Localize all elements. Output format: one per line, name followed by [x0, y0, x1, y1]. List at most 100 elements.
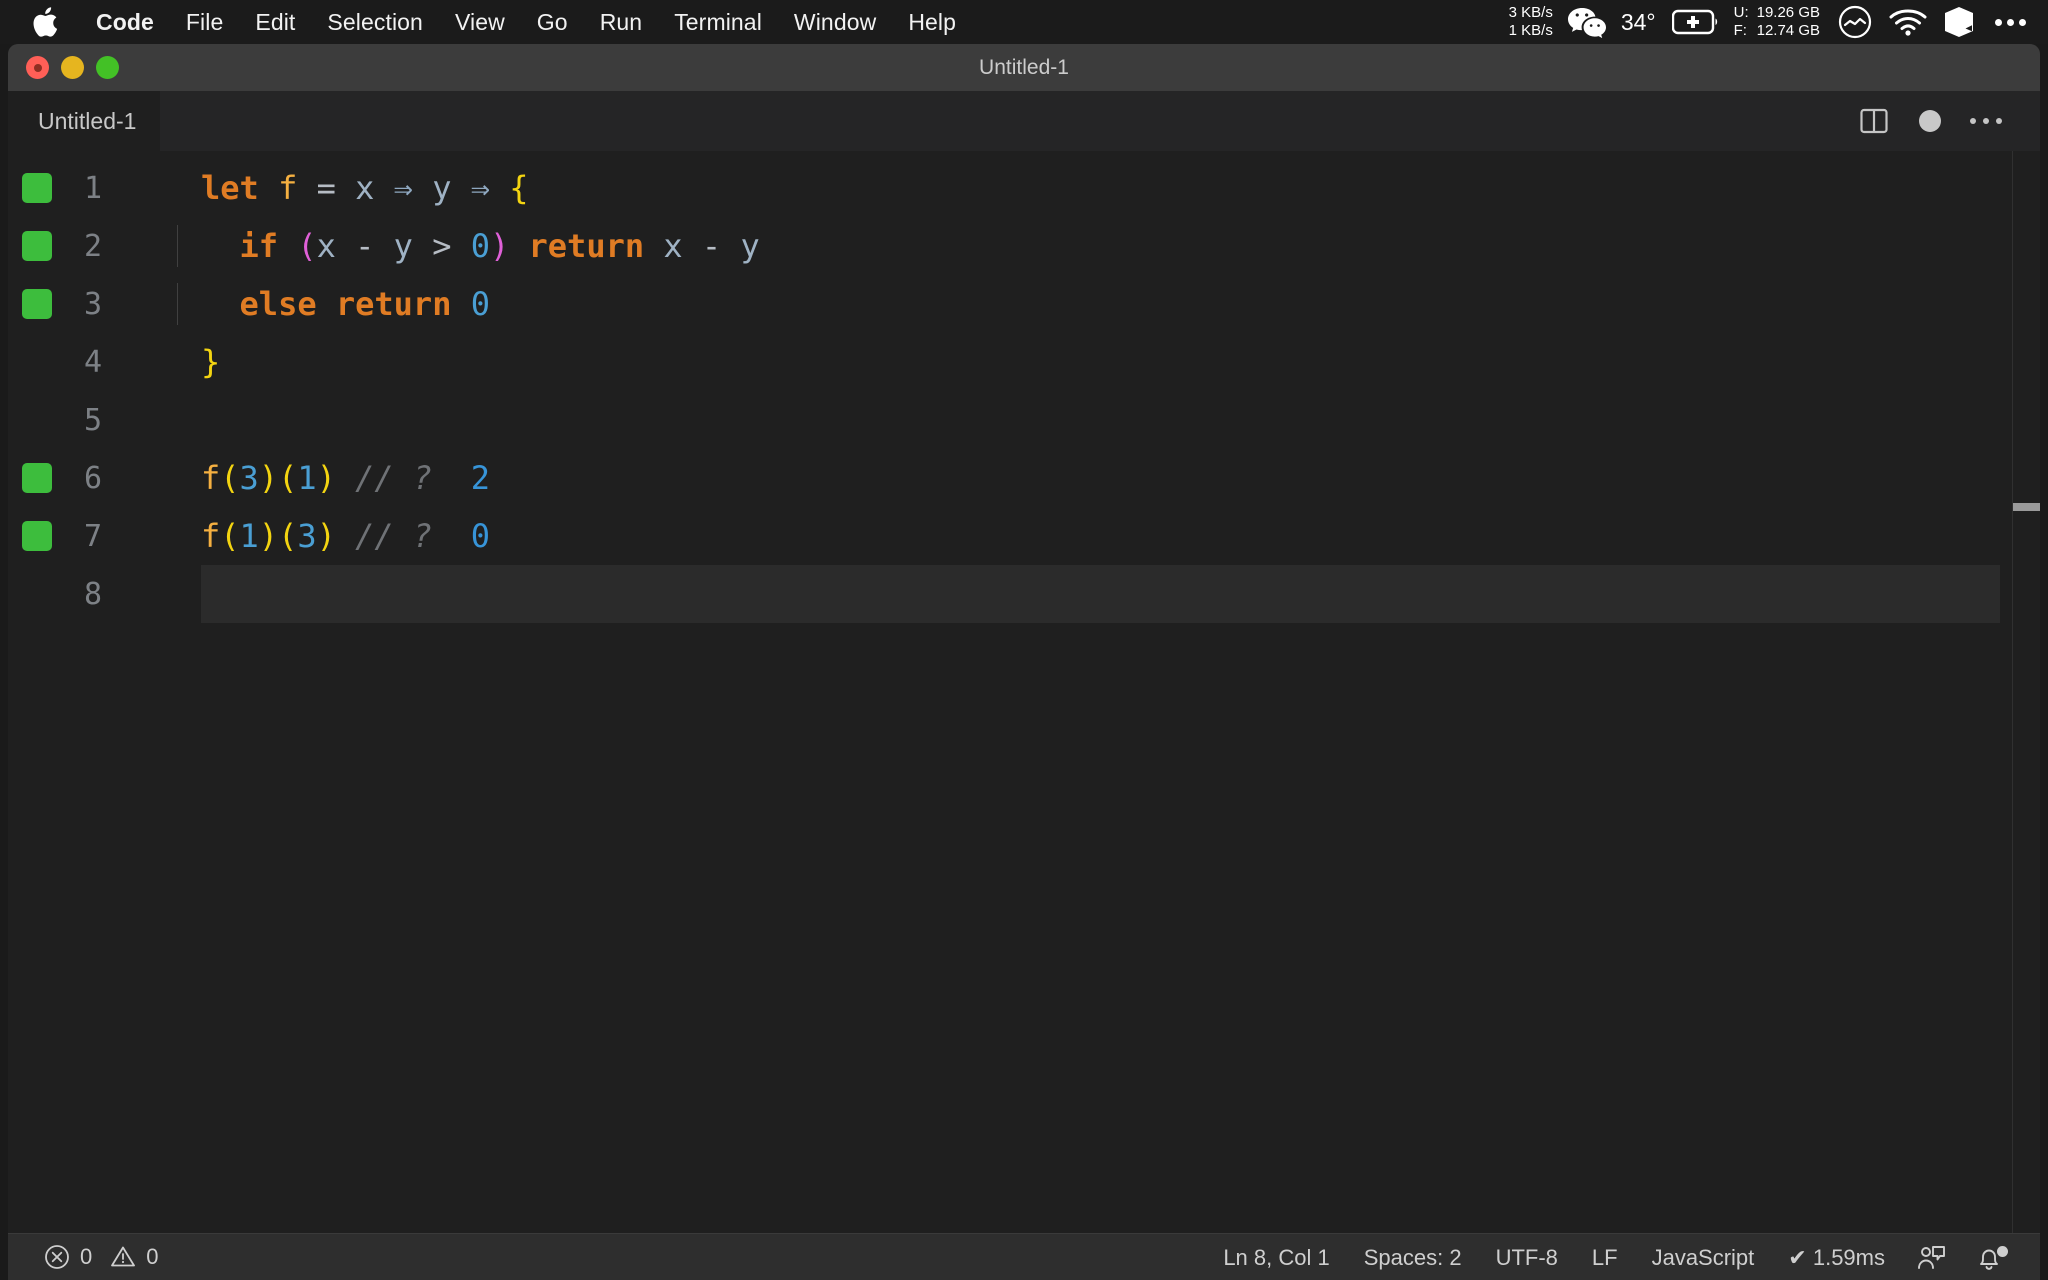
memory-values: 19.26 GB 12.74 GB — [1757, 4, 1820, 40]
code-line[interactable]: 3 else return 0 — [8, 275, 2040, 333]
minimize-button[interactable] — [61, 56, 84, 79]
code-token: ⇒ — [470, 169, 490, 207]
line-content: f(3)(1) // ? 2 — [134, 459, 2040, 497]
cube-icon[interactable] — [1944, 6, 1974, 38]
problems-indicator[interactable]: 0 0 — [38, 1244, 165, 1270]
notification-badge — [1997, 1245, 2008, 1257]
line-number: 8 — [83, 576, 102, 612]
more-actions-icon[interactable] — [1958, 95, 2014, 147]
control-center-dots-icon[interactable] — [1995, 18, 2026, 26]
code-line[interactable]: 7 f(1)(3) // ? 0 — [8, 507, 2040, 565]
eol-setting[interactable]: LF — [1575, 1234, 1635, 1280]
run-status[interactable]: ✔ 1.59ms — [1771, 1234, 1902, 1280]
menu-item-help[interactable]: Help — [892, 0, 972, 44]
code-token: f — [201, 517, 221, 555]
wechat-icon[interactable] — [1567, 6, 1607, 38]
menu-bar-items: Code File Edit Selection View Go Run Ter… — [0, 0, 972, 44]
menu-item-run[interactable]: Run — [584, 0, 659, 44]
code-token: ( — [220, 517, 240, 555]
coverage-marker — [22, 173, 52, 203]
coverage-marker — [22, 463, 52, 493]
feedback-person-icon[interactable] — [1902, 1243, 1960, 1273]
code-token: 3 — [239, 459, 259, 497]
indentation-setting[interactable]: Spaces: 2 — [1347, 1234, 1479, 1280]
memory-free-label: F: — [1733, 22, 1747, 39]
code-token: return — [528, 227, 645, 265]
menu-item-code[interactable]: Code — [80, 0, 170, 44]
code-line[interactable]: 1 let f = x ⇒ y ⇒ { — [8, 159, 2040, 217]
code-line[interactable]: 5 — [8, 391, 2040, 449]
tab-label: Untitled-1 — [38, 107, 137, 134]
overview-ruler-mark — [2013, 503, 2040, 511]
menu-item-window[interactable]: Window — [778, 0, 892, 44]
code-token: 0 — [470, 285, 490, 323]
dot — [2007, 18, 2014, 26]
unsaved-dot-icon[interactable] — [1902, 95, 1958, 147]
close-button[interactable] — [26, 56, 49, 79]
menu-item-go[interactable]: Go — [521, 0, 584, 44]
code-token: f — [201, 459, 221, 497]
code-line[interactable]: 4} — [8, 333, 2040, 391]
code-token: ( — [220, 459, 240, 497]
encoding-setting[interactable]: UTF-8 — [1479, 1234, 1575, 1280]
code-token: } — [201, 343, 221, 381]
menu-item-view[interactable]: View — [439, 0, 521, 44]
ellipsis — [1970, 118, 2002, 124]
code-token: y — [432, 169, 452, 207]
code-editor[interactable]: 1 let f = x ⇒ y ⇒ {2 if (x - y > 0) retur… — [8, 151, 2040, 1233]
editor-actions — [1846, 91, 2014, 151]
temperature-indicator[interactable]: 34° — [1621, 9, 1656, 36]
warning-count: 0 — [146, 1244, 159, 1269]
menu-item-file[interactable]: File — [170, 0, 239, 44]
coverage-marker — [22, 289, 52, 319]
code-token: x — [663, 227, 683, 265]
error-circle-icon — [44, 1244, 70, 1270]
stats-circle-icon[interactable] — [1838, 5, 1872, 39]
menu-item-terminal[interactable]: Terminal — [658, 0, 778, 44]
dot — [1983, 118, 1989, 124]
error-count: 0 — [80, 1244, 93, 1269]
code-token: return — [335, 285, 452, 323]
code-token: y — [740, 227, 760, 265]
code-line[interactable]: 2 if (x - y > 0) return x - y — [8, 217, 2040, 275]
memory-usage-indicator[interactable]: U: F: 19.26 GB 12.74 GB — [1734, 4, 1820, 40]
dot — [1996, 118, 2002, 124]
code-line[interactable]: 6 f(3)(1) // ? 2 — [8, 449, 2040, 507]
menu-item-edit[interactable]: Edit — [239, 0, 311, 44]
code-token: // ? — [355, 459, 433, 497]
overview-ruler-scrollbar[interactable] — [2012, 151, 2040, 1233]
line-content: } — [134, 343, 2040, 381]
macos-menu-bar: Code File Edit Selection View Go Run Ter… — [0, 0, 2048, 44]
code-token: 2 — [470, 459, 490, 497]
code-token: 0 — [470, 517, 490, 555]
code-line[interactable]: 8 — [8, 565, 2040, 623]
code-token: x — [355, 169, 375, 207]
apple-logo-icon[interactable] — [30, 5, 60, 39]
wifi-icon[interactable] — [1889, 8, 1927, 36]
line-number: 5 — [83, 402, 102, 438]
line-content: else return 0 — [134, 283, 2040, 325]
menu-bar-status-items: 3 KB/s 1 KB/s 34° U: F: 19.26 GB 12.74 G… — [1509, 0, 2048, 44]
language-mode[interactable]: JavaScript — [1635, 1234, 1772, 1280]
battery-charging-icon[interactable] — [1671, 9, 1722, 35]
tab-untitled-1[interactable]: Untitled-1 — [8, 91, 161, 151]
code-token: f — [278, 169, 298, 207]
menu-item-selection[interactable]: Selection — [311, 0, 439, 44]
line-content: let f = x ⇒ y ⇒ { — [134, 169, 2040, 207]
network-speed-indicator[interactable]: 3 KB/s 1 KB/s — [1509, 4, 1553, 40]
status-bar-left: 0 0 — [38, 1244, 165, 1270]
window-title-bar: Untitled-1 — [8, 44, 2040, 91]
cursor-position[interactable]: Ln 8, Col 1 — [1206, 1234, 1346, 1280]
maximize-button[interactable] — [96, 56, 119, 79]
vscode-window: Untitled-1 Untitled-1 1 let f = x ⇒ y ⇒ … — [8, 44, 2040, 1280]
notifications-bell-icon[interactable] — [1960, 1243, 2018, 1273]
split-editor-icon[interactable] — [1846, 95, 1902, 147]
